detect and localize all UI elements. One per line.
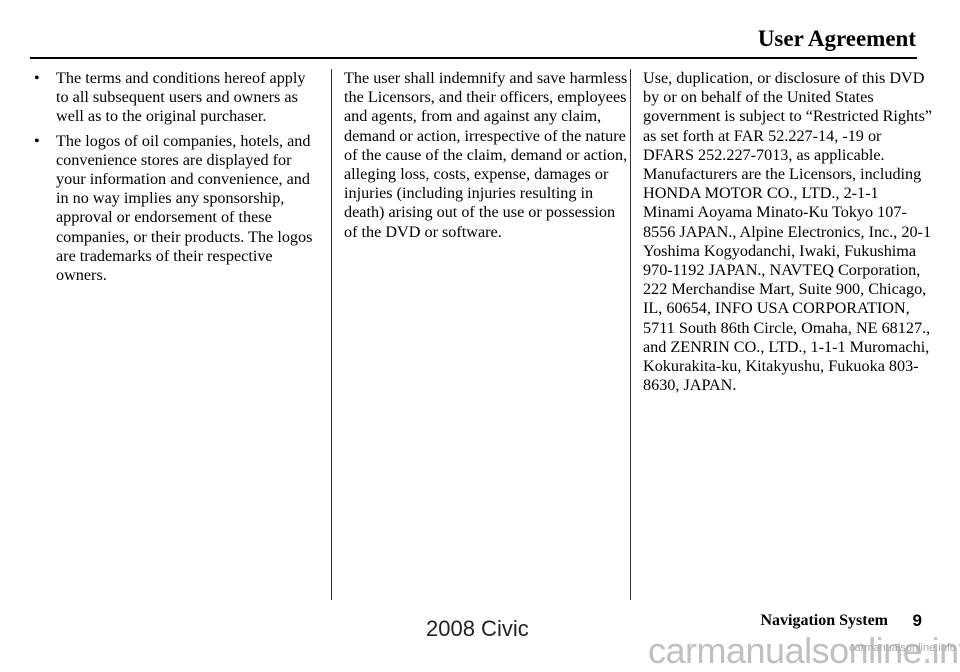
bullet-text: The terms and conditions hereof apply to… bbox=[56, 69, 306, 126]
column-1: • The terms and conditions hereof apply … bbox=[32, 69, 322, 290]
model-label: 2008 Civic bbox=[426, 616, 529, 641]
bullet-item: • The logos of oil companies, hotels, an… bbox=[32, 132, 322, 286]
page-number: 9 bbox=[912, 611, 922, 630]
watermark-small: carmanualsonline.info bbox=[848, 642, 956, 654]
page-title: User Agreement bbox=[757, 26, 916, 51]
footer-section-label: Navigation System bbox=[760, 612, 888, 629]
bullet-icon: • bbox=[34, 69, 40, 87]
bullet-text: The logos of oil companies, hotels, and … bbox=[56, 131, 313, 285]
restricted-rights-paragraph: Use, duplication, or disclosure of this … bbox=[643, 69, 933, 395]
indemnify-paragraph: The user shall indemnify and save harmle… bbox=[344, 69, 628, 241]
header-rule bbox=[30, 57, 917, 59]
bullet-item: • The terms and conditions hereof apply … bbox=[32, 69, 322, 127]
column-divider bbox=[630, 69, 631, 600]
column-divider bbox=[331, 69, 332, 600]
column-3: Use, duplication, or disclosure of this … bbox=[643, 69, 933, 395]
bullet-icon: • bbox=[34, 131, 40, 150]
column-2: The user shall indemnify and save harmle… bbox=[344, 69, 629, 242]
